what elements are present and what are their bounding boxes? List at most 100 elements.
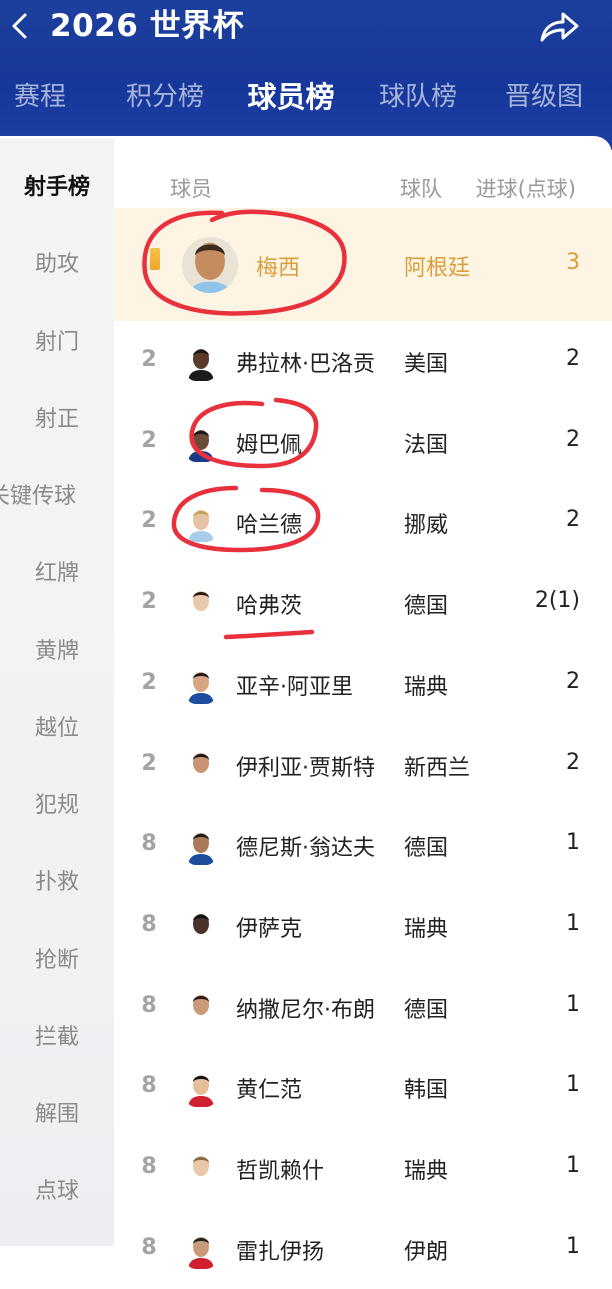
player-name: 伊利亚·贾斯特 [236, 755, 375, 781]
team-name: 伊朗 [404, 1239, 449, 1265]
goal-count: 1 [566, 830, 580, 856]
player-name: 姆巴佩 [236, 432, 303, 458]
player-name: 伊萨克 [236, 916, 303, 942]
sidebar-item-red-cards[interactable]: 红牌 [0, 554, 114, 594]
tab-schedule[interactable]: 赛程 [0, 72, 95, 122]
goal-count: 2(1) [534, 588, 580, 614]
stat-category-sidebar: 射手榜 助攻 射门 射正 关键传球 红牌 黄牌 越位 犯规 扑救 抢断 拦截 解… [0, 138, 114, 1246]
gold-medal-icon [150, 248, 160, 270]
goal-count: 1 [566, 991, 580, 1017]
table-row[interactable]: 8 哲凯赖什 瑞典 1 [114, 1128, 612, 1208]
rank: 2 [141, 669, 157, 695]
goal-count: 3 [566, 249, 580, 275]
table-row[interactable]: 8 雷扎伊扬 伊朗 1 [114, 1209, 612, 1289]
sidebar-item-saves[interactable]: 扑救 [0, 863, 114, 903]
tab-players[interactable]: 球员榜 [236, 72, 346, 122]
leaderboard: 球员 球队 进球(点球) 梅西 阿根廷 3 2 弗拉林·巴洛贡 美国 2 2 姆巴佩 法国 2 2 哈兰… [114, 138, 612, 1269]
tab-standings[interactable]: 积分榜 [110, 72, 220, 122]
sidebar-item-tackles[interactable]: 抢断 [0, 941, 114, 981]
team-name: 挪威 [404, 513, 449, 539]
player-avatar [186, 1067, 216, 1108]
sidebar-item-penalties[interactable]: 点球 [0, 1172, 114, 1212]
goal-count: 1 [566, 1233, 580, 1259]
table-row[interactable]: 2 姆巴佩 法国 2 [114, 402, 612, 482]
team-name: 瑞典 [404, 916, 449, 942]
table-row[interactable]: 2 弗拉林·巴洛贡 美国 2 [114, 321, 612, 401]
back-button[interactable] [4, 8, 38, 44]
player-avatar [186, 663, 216, 704]
goal-count: 2 [566, 668, 580, 694]
team-name: 德国 [404, 997, 449, 1023]
player-name: 哈弗茨 [236, 594, 303, 620]
share-button[interactable] [536, 6, 582, 46]
player-name: 雷扎伊扬 [236, 1239, 325, 1265]
rank: 8 [141, 1234, 157, 1260]
table-row[interactable]: 8 纳撒尼尔·布朗 德国 1 [114, 967, 612, 1047]
player-avatar [186, 502, 216, 543]
goal-count: 2 [566, 507, 580, 533]
sidebar-item-interceptions[interactable]: 拦截 [0, 1018, 114, 1058]
player-name: 弗拉林·巴洛贡 [236, 352, 375, 377]
player-name: 黄仁范 [236, 1078, 303, 1104]
sidebar-item-shots-on-target[interactable]: 射正 [0, 400, 114, 440]
team-name: 法国 [404, 432, 449, 458]
column-header-player: 球员 [170, 177, 212, 201]
rank: 2 [141, 347, 157, 372]
player-avatar [182, 236, 238, 293]
player-name: 亚辛·阿亚里 [236, 674, 353, 700]
goal-count: 1 [566, 910, 580, 936]
goal-count: 2 [566, 749, 580, 775]
goal-count: 1 [566, 1072, 580, 1098]
player-avatar [186, 1148, 216, 1188]
player-name: 德尼斯·翁达夫 [236, 836, 375, 862]
title-bar: 2026 世界杯 [0, 0, 612, 52]
sidebar-item-offsides[interactable]: 越位 [0, 709, 114, 749]
page-title: 2026 世界杯 [50, 8, 245, 44]
goal-count: 1 [566, 1153, 580, 1178]
tab-teams[interactable]: 球队榜 [363, 72, 473, 122]
team-name: 德国 [404, 594, 449, 620]
player-avatar [186, 583, 216, 624]
sidebar-item-key-passes[interactable]: 关键传球 [0, 477, 102, 517]
rank: 8 [141, 1154, 157, 1179]
table-row[interactable]: 2 哈弗茨 德国 2(1) [114, 563, 612, 643]
table-row[interactable]: 8 德尼斯·翁达夫 德国 1 [114, 805, 612, 885]
chevron-left-icon [12, 13, 27, 39]
table-row[interactable]: 8 伊萨克 瑞典 1 [114, 886, 612, 966]
player-avatar [186, 1228, 216, 1269]
table-row[interactable]: 2 哈兰德 挪威 2 [114, 482, 612, 562]
rank: 2 [141, 589, 157, 615]
rank: 8 [141, 1073, 157, 1099]
team-name: 阿根廷 [404, 255, 471, 281]
player-avatar [186, 341, 216, 381]
player-avatar [186, 905, 216, 946]
sidebar-item-clearances[interactable]: 解围 [0, 1095, 114, 1135]
table-row[interactable]: 2 亚辛·阿亚里 瑞典 2 [114, 644, 612, 724]
team-name: 瑞典 [404, 674, 449, 700]
goal-count: 2 [566, 346, 580, 371]
table-row[interactable]: 8 黄仁范 韩国 1 [114, 1047, 612, 1127]
player-name: 哈兰德 [236, 513, 303, 539]
rank: 8 [141, 992, 157, 1018]
table-row-leader[interactable]: 梅西 阿根廷 3 [114, 208, 612, 321]
team-name: 德国 [404, 836, 449, 862]
sidebar-item-shots[interactable]: 射门 [0, 323, 114, 363]
rank: 8 [141, 911, 157, 937]
tab-bracket[interactable]: 晋级图 [489, 72, 599, 122]
rank: 2 [141, 508, 157, 534]
team-name: 瑞典 [404, 1159, 449, 1184]
player-avatar [186, 986, 216, 1027]
player-avatar [186, 421, 216, 462]
goal-count: 2 [566, 426, 580, 452]
share-arrow-icon [540, 12, 579, 42]
sidebar-item-goals[interactable]: 射手榜 [0, 168, 114, 208]
table-row[interactable]: 2 伊利亚·贾斯特 新西兰 2 [114, 725, 612, 805]
rank: 8 [141, 831, 157, 857]
player-avatar [186, 744, 216, 785]
player-name: 梅西 [256, 255, 301, 281]
rank: 2 [141, 750, 157, 776]
sidebar-item-fouls[interactable]: 犯规 [0, 786, 114, 826]
player-name: 哲凯赖什 [236, 1159, 325, 1184]
sidebar-item-yellow-cards[interactable]: 黄牌 [0, 632, 114, 672]
sidebar-item-assists[interactable]: 助攻 [0, 245, 114, 285]
